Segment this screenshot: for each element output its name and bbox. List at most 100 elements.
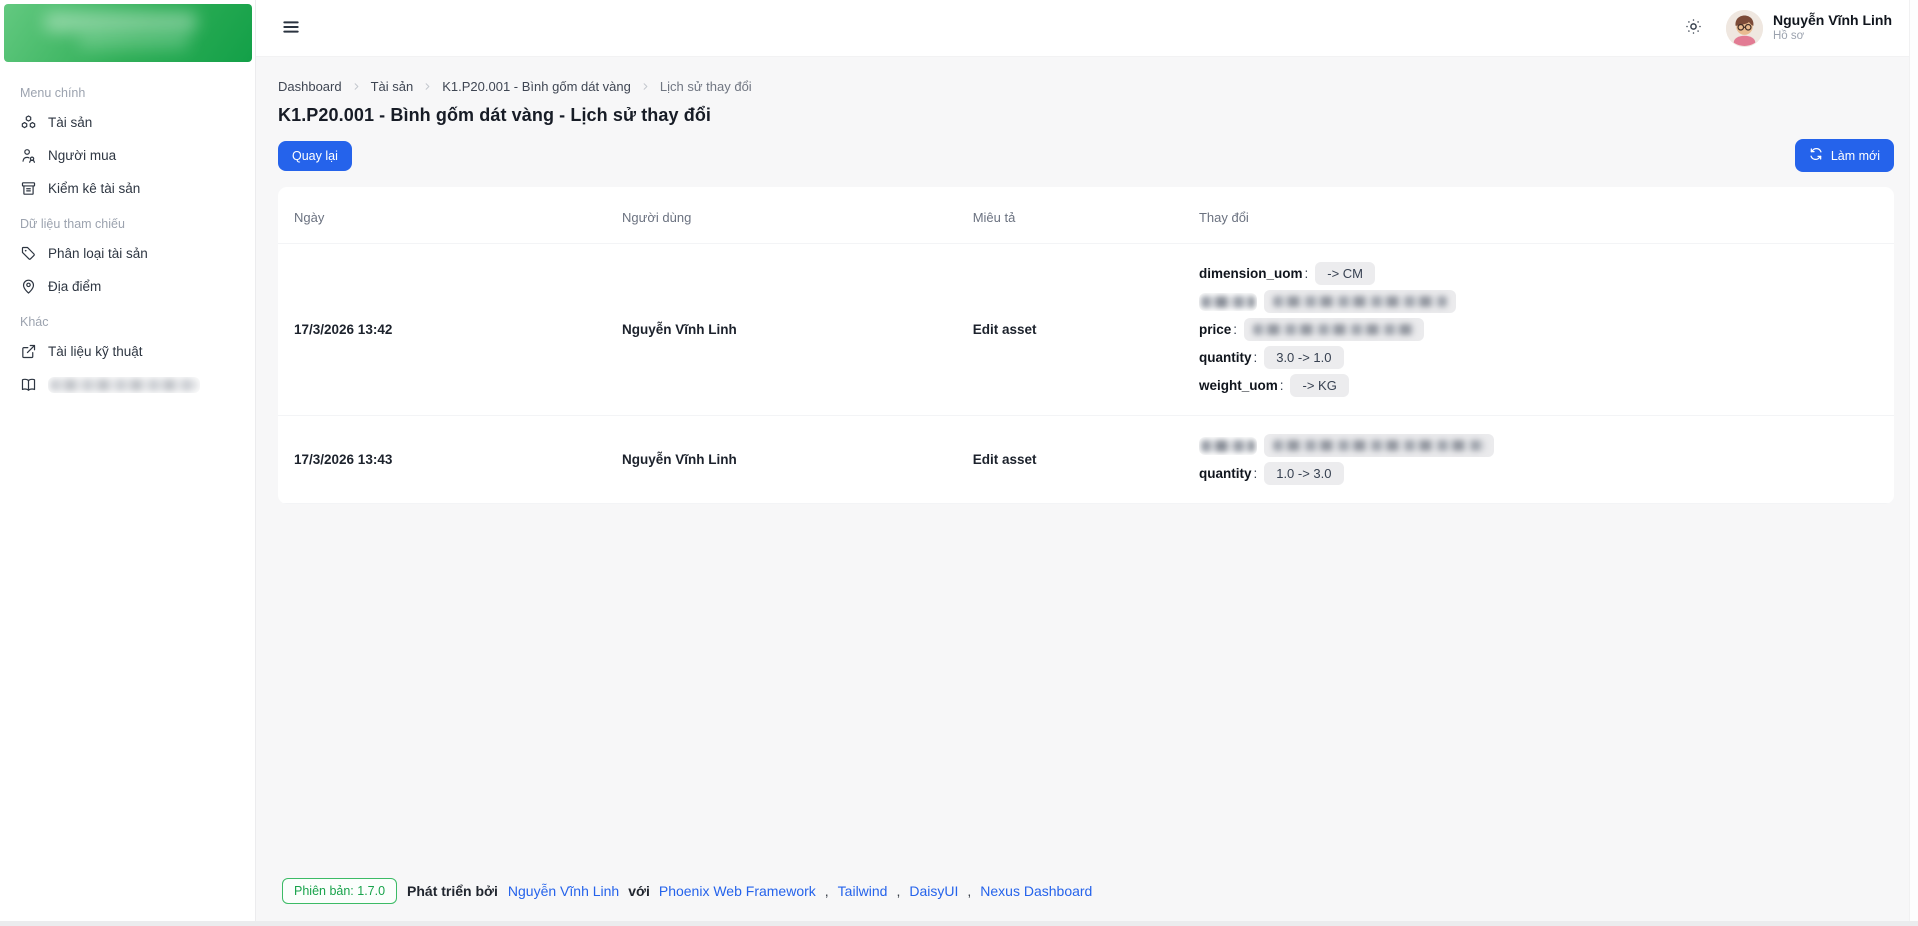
refresh-button-label: Làm mới bbox=[1831, 149, 1880, 163]
change-value-badge: 1.0 -> 3.0 bbox=[1264, 462, 1343, 485]
change-description: Edit asset bbox=[957, 416, 1183, 504]
redacted-sidebar-label bbox=[48, 377, 200, 393]
sidebar-item-label: Người mua bbox=[48, 148, 116, 163]
top-header: Nguyễn Vĩnh Linh Hồ sơ bbox=[256, 0, 1918, 57]
sidebar-item-tài-liệu-kỹ-thuật[interactable]: Tài liệu kỹ thuật bbox=[12, 335, 243, 368]
chevron-right-icon bbox=[422, 81, 433, 92]
change-entry: quantity:1.0 -> 3.0 bbox=[1199, 462, 1878, 485]
sidebar-item-label: Địa điểm bbox=[48, 279, 101, 294]
sun-icon bbox=[1684, 17, 1703, 39]
history-table: NgàyNgười dùngMiêu tảThay đổi 17/3/2026 … bbox=[278, 187, 1894, 504]
app-logo[interactable] bbox=[4, 4, 252, 62]
change-key: quantity bbox=[1199, 466, 1252, 481]
change-description: Edit asset bbox=[957, 244, 1183, 416]
sidebar-item-label: Kiểm kê tài sản bbox=[48, 181, 140, 196]
back-button[interactable]: Quay lại bbox=[278, 141, 352, 171]
footer-link-daisyui[interactable]: DaisyUI bbox=[909, 883, 958, 899]
redacted-change-value bbox=[1264, 290, 1456, 313]
footer-developer-link[interactable]: Nguyễn Vĩnh Linh bbox=[508, 883, 619, 899]
column-header: Thay đổi bbox=[1183, 187, 1894, 244]
change-value-badge: -> CM bbox=[1315, 262, 1375, 285]
change-value-badge: 3.0 -> 1.0 bbox=[1264, 346, 1343, 369]
change-key: quantity bbox=[1199, 350, 1252, 365]
sidebar-item-người-mua[interactable]: Người mua bbox=[12, 139, 243, 172]
breadcrumb-item[interactable]: Tài sản bbox=[371, 79, 414, 94]
change-key: weight_uom bbox=[1199, 378, 1278, 393]
redacted-change-value bbox=[1244, 318, 1424, 341]
change-date: 17/3/2026 13:42 bbox=[278, 244, 606, 416]
history-table-card: NgàyNgười dùngMiêu tảThay đổi 17/3/2026 … bbox=[278, 187, 1894, 504]
redacted-change-key bbox=[1199, 437, 1257, 455]
column-header: Ngày bbox=[278, 187, 606, 244]
footer-developed-by-text: Phát triển bởi bbox=[407, 883, 498, 899]
footer-link-phoenix-web-framework[interactable]: Phoenix Web Framework bbox=[659, 883, 816, 899]
breadcrumb: Dashboard Tài sản K1.P20.001 - Bình gốm dá… bbox=[278, 79, 1894, 94]
change-entry bbox=[1199, 290, 1878, 313]
changes-list: dimension_uom:-> CM price: quantity:3.0 ->… bbox=[1199, 257, 1878, 402]
redacted-change-key bbox=[1199, 293, 1257, 311]
sidebar-section-label: Dữ liệu tham chiếu bbox=[12, 205, 243, 237]
theme-toggle-button[interactable] bbox=[1676, 11, 1710, 45]
change-value-badge: -> KG bbox=[1290, 374, 1348, 397]
footer-link-tailwind[interactable]: Tailwind bbox=[838, 883, 888, 899]
change-details-cell: dimension_uom:-> CM price: quantity:3.0 ->… bbox=[1183, 244, 1894, 416]
change-user: Nguyễn Vĩnh Linh bbox=[606, 416, 957, 504]
page-title: K1.P20.001 - Bình gốm dát vàng - Lịch sử… bbox=[278, 105, 1894, 126]
sidebar-section-label: Khác bbox=[12, 303, 243, 335]
change-entry: price: bbox=[1199, 318, 1878, 341]
redacted-change-value bbox=[1264, 434, 1494, 457]
breadcrumb-item[interactable]: K1.P20.001 - Bình gốm dát vàng bbox=[442, 79, 631, 94]
page-content: Dashboard Tài sản K1.P20.001 - Bình gốm dá… bbox=[256, 57, 1918, 926]
sidebar-item-tài-sản[interactable]: Tài sản bbox=[12, 106, 243, 139]
table-row: 17/3/2026 13:42Nguyễn Vĩnh LinhEdit asse… bbox=[278, 244, 1894, 416]
version-badge: Phiên bản: 1.7.0 bbox=[282, 878, 397, 904]
breadcrumb-item[interactable]: Dashboard bbox=[278, 79, 342, 94]
hamburger-menu-button[interactable] bbox=[274, 11, 308, 45]
user-name: Nguyễn Vĩnh Linh bbox=[1773, 12, 1892, 29]
chevron-right-icon bbox=[640, 81, 651, 92]
table-row: 17/3/2026 13:43Nguyễn Vĩnh LinhEdit asse… bbox=[278, 416, 1894, 504]
footer-links: Nguyễn Vĩnh LinhvớiPhoenix Web Framework… bbox=[508, 883, 1092, 899]
change-entry bbox=[1199, 434, 1878, 457]
book-icon bbox=[20, 376, 37, 393]
actions-row: Quay lại Làm mới bbox=[278, 139, 1894, 172]
hamburger-icon bbox=[281, 17, 301, 40]
sidebar-item-kiểm-kê-tài-sản[interactable]: Kiểm kê tài sản bbox=[12, 172, 243, 205]
app-window: Menu chínhTài sảnNgười muaKiểm kê tài sả… bbox=[0, 0, 1918, 926]
change-entry: weight_uom:-> KG bbox=[1199, 374, 1878, 397]
user-menu[interactable]: Nguyễn Vĩnh Linh Hồ sơ bbox=[1726, 10, 1892, 47]
logo-redacted-text bbox=[44, 12, 198, 32]
sidebar-item-label: Phân loại tài sản bbox=[48, 246, 148, 261]
changes-list: quantity:1.0 -> 3.0 bbox=[1199, 429, 1878, 490]
column-header: Người dùng bbox=[606, 187, 957, 244]
inventory-icon bbox=[20, 180, 37, 197]
sidebar-item-redacted[interactable] bbox=[12, 368, 243, 401]
avatar bbox=[1726, 10, 1763, 47]
main-area: Nguyễn Vĩnh Linh Hồ sơ Dashboard Tài sản K… bbox=[256, 0, 1918, 926]
change-key: price bbox=[1199, 322, 1231, 337]
change-details-cell: quantity:1.0 -> 3.0 bbox=[1183, 416, 1894, 504]
sidebar-item-địa-điểm[interactable]: Địa điểm bbox=[12, 270, 243, 303]
column-header: Miêu tả bbox=[957, 187, 1183, 244]
header-right-cluster: Nguyễn Vĩnh Linh Hồ sơ bbox=[1676, 10, 1892, 47]
category-tag-icon bbox=[20, 245, 37, 262]
change-date: 17/3/2026 13:43 bbox=[278, 416, 606, 504]
scrollbar-track[interactable] bbox=[1909, 0, 1918, 921]
refresh-icon bbox=[1809, 147, 1823, 164]
sidebar: Menu chínhTài sản Người mua Kiểm kê tài sả… bbox=[0, 0, 256, 926]
sidebar-section-label: Menu chính bbox=[12, 74, 243, 106]
sidebar-item-phân-loại-tài-sản[interactable]: Phân loại tài sản bbox=[12, 237, 243, 270]
change-entry: dimension_uom:-> CM bbox=[1199, 262, 1878, 285]
change-key: dimension_uom bbox=[1199, 266, 1303, 281]
buyers-icon bbox=[20, 147, 37, 164]
external-link-icon bbox=[20, 343, 37, 360]
change-entry: quantity:3.0 -> 1.0 bbox=[1199, 346, 1878, 369]
chevron-right-icon bbox=[351, 81, 362, 92]
refresh-button[interactable]: Làm mới bbox=[1795, 139, 1894, 172]
logo-redacted-text-2 bbox=[78, 34, 190, 49]
assets-icon bbox=[20, 114, 37, 131]
footer-link-nexus-dashboard[interactable]: Nexus Dashboard bbox=[980, 883, 1092, 899]
user-profile-link[interactable]: Hồ sơ bbox=[1773, 30, 1892, 44]
breadcrumb-item: Lịch sử thay đổi bbox=[660, 79, 752, 94]
location-pin-icon bbox=[20, 278, 37, 295]
